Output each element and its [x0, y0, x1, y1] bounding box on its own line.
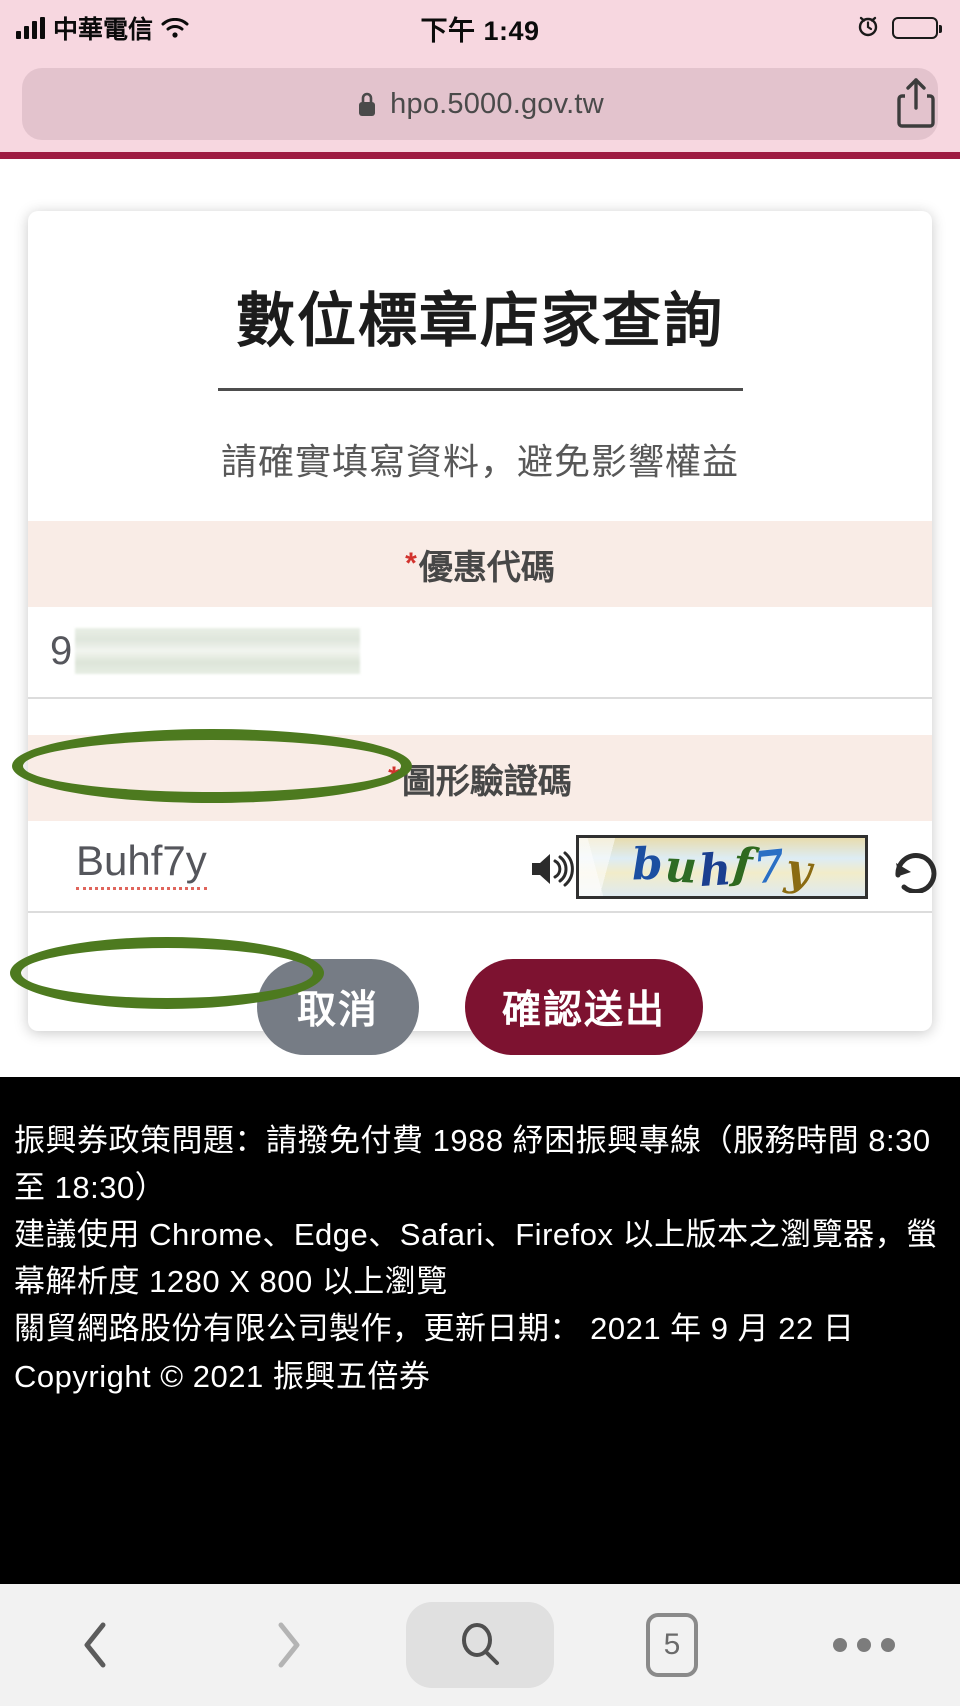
- field-row-promo-code: 9: [28, 607, 932, 699]
- form-actions: 取消 確認送出: [28, 959, 932, 1055]
- carrier-label: 中華電信: [53, 16, 154, 44]
- captcha-letter: h: [697, 843, 733, 897]
- captcha-letter: u: [663, 840, 699, 894]
- field-label-captcha: * 圖形驗證碼: [28, 735, 932, 821]
- alarm-clock-icon: [856, 14, 880, 43]
- captcha-letter: 7: [751, 840, 787, 894]
- required-star: *: [388, 761, 400, 795]
- status-bar: 中華電信 下午 1:49: [0, 0, 960, 56]
- page-title: 數位標章店家查詢: [235, 288, 724, 354]
- address-bar[interactable]: hpo.5000.gov.tw: [22, 68, 938, 140]
- speaker-icon[interactable]: [528, 849, 576, 894]
- lock-icon: [356, 90, 378, 118]
- back-button[interactable]: [0, 1617, 192, 1673]
- share-icon[interactable]: [894, 74, 938, 137]
- promo-code-value-prefix: 9: [50, 628, 73, 673]
- title-divider: [217, 388, 743, 391]
- footer-line: 關貿網路股份有限公司製作，更新日期： 2021 年 9 月 22 日: [14, 1311, 855, 1347]
- field-label-text: 圖形驗證碼: [401, 762, 572, 801]
- field-label-promo-code: * 優惠代碼: [28, 521, 932, 607]
- signal-bars-icon: [16, 17, 45, 39]
- tabs-count: 5: [646, 1613, 698, 1677]
- browser-chrome: hpo.5000.gov.tw: [0, 56, 960, 152]
- status-bar-left: 中華電信: [0, 10, 340, 46]
- url-text: hpo.5000.gov.tw: [390, 87, 604, 120]
- mobile-safari-screen: 中華電信 下午 1:49 hpo.5000.gov.tw 數位標章店家查詢 請確…: [0, 0, 960, 1706]
- query-form-card: 數位標章店家查詢 請確實填寫資料，避免影響權益 * 優惠代碼 9 * 圖形驗證碼 B…: [28, 211, 937, 1055]
- forward-button[interactable]: [192, 1617, 384, 1673]
- captcha-image: buhf7y: [576, 835, 868, 899]
- ellipsis-icon: [833, 1638, 895, 1652]
- page-content: 數位標章店家查詢 請確實填寫資料，避免影響權益 * 優惠代碼 9 * 圖形驗證碼 B…: [0, 159, 960, 1077]
- form-subtitle: 請確實填寫資料，避免影響權益: [220, 441, 739, 482]
- wifi-icon: [161, 17, 189, 38]
- status-bar-center: 下午 1:49: [340, 9, 620, 48]
- required-star: *: [405, 547, 417, 581]
- browser-toolbar: 5: [0, 1584, 960, 1706]
- battery-icon: [892, 17, 942, 39]
- tabs-button[interactable]: 5: [576, 1613, 768, 1677]
- submit-button[interactable]: 確認送出: [465, 959, 703, 1055]
- refresh-icon[interactable]: [890, 845, 942, 898]
- footer-line: Copyright © 2021 振興五倍券: [14, 1358, 431, 1394]
- captcha-letter: y: [782, 843, 815, 897]
- promo-code-input[interactable]: 9: [50, 621, 890, 681]
- captcha-input[interactable]: Buhf7y: [76, 837, 207, 890]
- brand-accent-rule: [0, 152, 960, 159]
- cancel-button[interactable]: 取消: [257, 959, 419, 1055]
- more-button[interactable]: [768, 1638, 960, 1652]
- footer-line: 建議使用 Chrome、Edge、Safari、Firefox 以上版本之瀏覽器…: [14, 1217, 938, 1300]
- search-icon[interactable]: [406, 1602, 554, 1688]
- footer-line: 振興券政策問題：請撥免付費 1988 紓困振興專線（服務時間 8:30 至 18…: [14, 1123, 931, 1206]
- captcha-image-text: buhf7y: [579, 838, 865, 896]
- clock-label: 下午 1:49: [420, 15, 540, 46]
- site-footer: 振興券政策問題：請撥免付費 1988 紓困振興專線（服務時間 8:30 至 18…: [0, 1077, 960, 1584]
- field-row-captcha: Buhf7y buhf7y: [28, 821, 937, 913]
- captcha-letter: b: [631, 837, 664, 891]
- redaction-overlay: [74, 628, 360, 674]
- search-button[interactable]: [384, 1602, 576, 1688]
- status-bar-right: [620, 14, 960, 43]
- field-label-text: 優惠代碼: [418, 548, 555, 587]
